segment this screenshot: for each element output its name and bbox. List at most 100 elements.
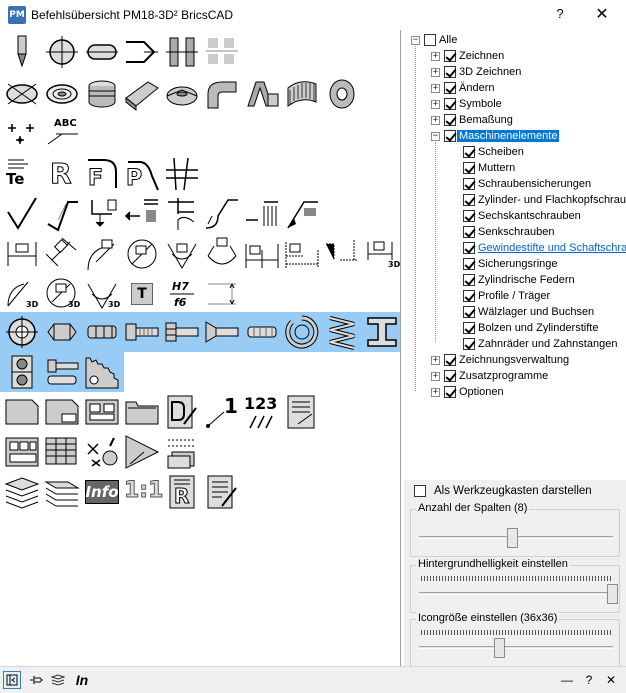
checkbox-alle[interactable] (424, 34, 436, 46)
checkbox-3d-zeichnen[interactable] (444, 66, 456, 78)
tree-child-senkschrauben[interactable]: Senkschrauben (463, 224, 554, 240)
spring-icon[interactable] (322, 312, 362, 352)
dim-radius-3d-icon[interactable]: 3D (2, 274, 42, 314)
tree-node-bemassung[interactable]: + Bemaßung (431, 112, 513, 128)
checkbox-profile[interactable] (463, 290, 475, 302)
tree-child-scheiben[interactable]: Scheiben (463, 144, 524, 160)
dim-vertical-icon[interactable] (202, 274, 242, 314)
dim-baseline-icon[interactable] (282, 234, 322, 274)
countersunk-screw-icon[interactable] (202, 312, 242, 352)
table-sheet-icon[interactable] (42, 432, 82, 472)
checkbox-zylinderschrauben[interactable] (463, 194, 475, 206)
tree-child-waelzlager[interactable]: Wälzlager und Buchsen (463, 304, 594, 320)
checkbox-gewindestifte[interactable] (463, 242, 475, 254)
checkbox-federn[interactable] (463, 274, 475, 286)
dim-ordinate-icon[interactable] (322, 234, 362, 274)
text-3d-icon[interactable] (242, 74, 282, 114)
checkbox-sicherungsringe[interactable] (463, 258, 475, 270)
arrow-leader-icon[interactable] (282, 194, 322, 234)
dim-angle-icon[interactable] (162, 234, 202, 274)
checkbox-schraubensicherungen[interactable] (463, 178, 475, 190)
retaining-ring-icon[interactable] (282, 312, 322, 352)
tree-child-profile[interactable]: Profile / Träger (463, 288, 550, 304)
beam-3d-icon[interactable] (122, 74, 162, 114)
checkbox-zeichnen[interactable] (444, 50, 456, 62)
revision-r-icon[interactable]: R (162, 472, 202, 512)
slot-icon[interactable] (82, 32, 122, 72)
help-button[interactable]: ? (553, 6, 567, 21)
close-button[interactable]: ✕ (594, 4, 610, 24)
tree-child-sechskantschrauben[interactable]: Sechskantschrauben (463, 208, 581, 224)
edit-document-icon[interactable] (162, 392, 202, 432)
grid-pattern-icon[interactable] (202, 32, 242, 72)
attribute-grid-icon[interactable] (162, 432, 202, 472)
expand-icon[interactable]: + (431, 51, 440, 61)
layers-icon[interactable] (49, 671, 67, 689)
checkbox-maschinenelemente[interactable] (444, 130, 456, 142)
dim-text-t-icon[interactable]: T (122, 274, 162, 314)
tree-child-federn[interactable]: Zylindrische Federn (463, 272, 575, 288)
checkbox-muttern[interactable] (463, 162, 475, 174)
set-screw-icon[interactable] (242, 312, 282, 352)
tree-node-alle[interactable]: − Alle (411, 32, 457, 48)
dim-aligned-icon[interactable] (42, 234, 82, 274)
tree-child-schraubensicherungen[interactable]: Schraubensicherungen (463, 176, 591, 192)
brightness-slider-track[interactable] (419, 592, 613, 595)
spring-symbol-icon[interactable] (242, 194, 282, 234)
expand-icon[interactable]: + (431, 387, 440, 397)
minimize-button[interactable]: — (558, 671, 576, 689)
bearing-icon[interactable] (2, 352, 42, 392)
numbering-1-icon[interactable]: 1 (202, 392, 242, 432)
pin-bolt-icon[interactable] (42, 352, 82, 392)
title-block-icon[interactable] (42, 392, 82, 432)
panel-toggle-icon[interactable] (3, 671, 21, 689)
checkbox-scheiben[interactable] (463, 146, 475, 158)
info-in-button[interactable]: In (71, 671, 93, 689)
tree-node-zeichnungsverwaltung[interactable]: + Zeichnungsverwaltung (431, 352, 569, 368)
expand-icon[interactable]: + (431, 99, 440, 109)
tolerance-frame-icon[interactable] (162, 194, 202, 234)
contour-cross-icon[interactable] (162, 154, 202, 194)
hex-bolt-icon[interactable] (162, 312, 202, 352)
expand-icon[interactable]: + (431, 115, 440, 125)
collapse-icon[interactable]: − (411, 35, 420, 45)
datum-arrow-icon[interactable] (122, 194, 162, 234)
iconsize-slider-thumb[interactable] (494, 638, 506, 658)
expand-icon[interactable]: + (431, 355, 440, 365)
expand-icon[interactable]: + (431, 371, 440, 381)
toolbox-option[interactable]: Als Werkzeugkasten darstellen (414, 485, 592, 497)
weld-symbol-icon[interactable] (82, 194, 122, 234)
folder-icon[interactable] (122, 392, 162, 432)
parts-list-icon[interactable] (282, 392, 322, 432)
radius-r-icon[interactable]: R (42, 154, 82, 194)
pin-icon[interactable] (27, 671, 45, 689)
tree-child-zylinderschrauben[interactable]: Zylinder- und Flachkopfschrauben (463, 192, 626, 208)
checkbox-symbole[interactable] (444, 98, 456, 110)
break-line-icon[interactable] (162, 32, 202, 72)
ellipse-cross-icon[interactable] (2, 74, 42, 114)
washer-icon[interactable] (2, 312, 42, 352)
fit-tolerance-icon[interactable]: H7 f6 (162, 274, 202, 314)
chamfer-icon[interactable] (122, 32, 162, 72)
tree-node-zeichnen[interactable]: + Zeichnen (431, 48, 504, 64)
dim-3d-icon[interactable]: 3D (362, 234, 402, 274)
checkbox-zahnraeder[interactable] (463, 338, 475, 350)
checkbox-optionen[interactable] (444, 386, 456, 398)
checkbox-aendern[interactable] (444, 82, 456, 94)
columns-slider-thumb[interactable] (506, 528, 518, 548)
checkbox-zeichnungsverwaltung[interactable] (444, 354, 456, 366)
checkbox-bemassung[interactable] (444, 114, 456, 126)
tree-node-zusatzprogramme[interactable]: + Zusatzprogramme (431, 368, 548, 384)
dim-circle-3d-icon[interactable]: 3D (42, 274, 82, 314)
checkbox-sechskantschrauben[interactable] (463, 210, 475, 222)
expand-icon[interactable]: + (431, 67, 440, 77)
text-abc-icon[interactable]: ABC (42, 114, 82, 154)
dim-radius-icon[interactable] (82, 234, 122, 274)
tree-node-maschinenelemente[interactable]: − Maschinenelemente (431, 128, 560, 144)
tree-child-bolzen[interactable]: Bolzen und Zylinderstifte (463, 320, 598, 336)
drawing-sheet-icon[interactable] (2, 392, 42, 432)
cylinder-stack-icon[interactable] (82, 74, 122, 114)
gear-wheel-icon[interactable] (82, 352, 122, 392)
tree-node-aendern[interactable]: + Ändern (431, 80, 494, 96)
tree-node-symbole[interactable]: + Symbole (431, 96, 502, 112)
